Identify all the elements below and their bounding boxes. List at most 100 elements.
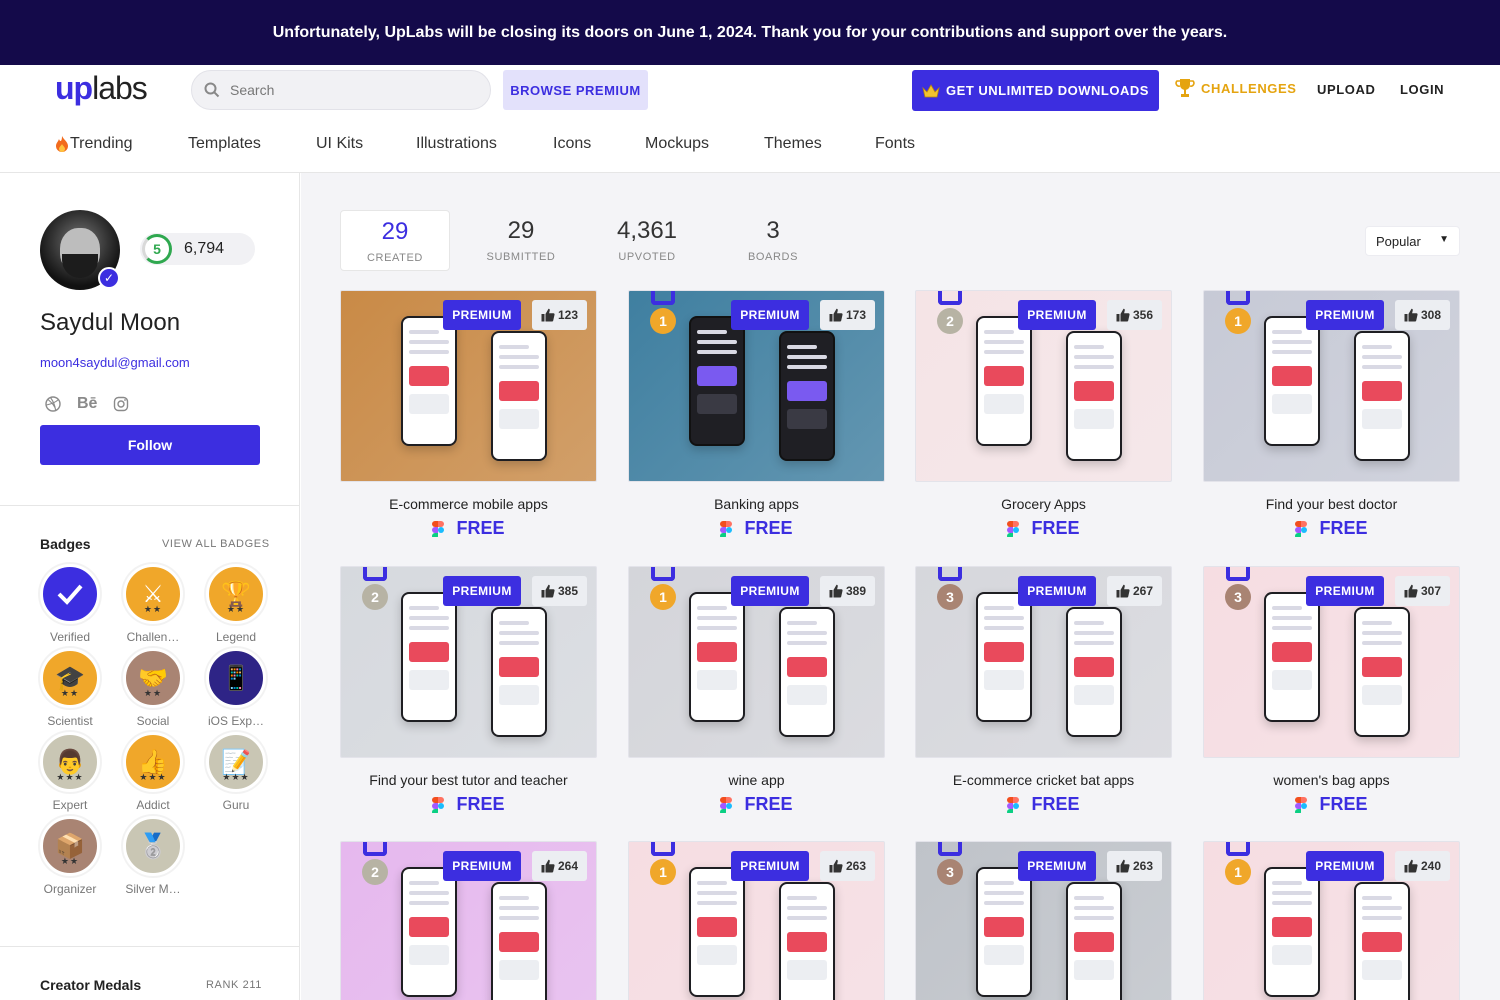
thumbs-up-icon — [829, 584, 843, 598]
upvote-button[interactable]: 263 — [820, 851, 875, 881]
upvote-button[interactable]: 267 — [1107, 576, 1162, 606]
shot-thumbnail[interactable]: 1 PREMIUM 389 — [628, 566, 885, 758]
profile-email-link[interactable]: moon4saydul@gmail.com — [40, 355, 190, 370]
category-fonts[interactable]: Fonts — [875, 135, 915, 153]
shot-thumbnail[interactable]: PREMIUM 123 — [340, 290, 597, 482]
mockup-text-line — [1362, 641, 1402, 645]
badge-label: Addict — [136, 798, 170, 812]
shot-title[interactable]: Grocery Apps — [915, 496, 1172, 512]
shot-card[interactable]: 1 PREMIUM 308 Find your best doctor FREE — [1203, 290, 1460, 539]
shot-card[interactable]: 1 PREMIUM 389 wine app FREE — [628, 566, 885, 815]
stat-boards-tab[interactable]: 3 BOARDS — [718, 210, 828, 270]
avatar[interactable]: ✓ — [40, 210, 120, 290]
upvote-button[interactable]: 173 — [820, 300, 875, 330]
category-illustrations[interactable]: Illustrations — [416, 135, 497, 153]
figma-icon — [432, 520, 445, 537]
premium-badge: PREMIUM — [1018, 851, 1096, 881]
dribbble-icon[interactable] — [45, 396, 61, 412]
badge-challenger[interactable]: ⚔ ★★ Challen… — [123, 564, 183, 644]
badge-expert[interactable]: 👨 ★★★ Expert — [40, 732, 100, 812]
mockup-text-line — [787, 631, 827, 635]
nav-challenges[interactable]: CHALLENGES — [1175, 77, 1297, 99]
shot-card[interactable]: 1 PREMIUM 263 — [628, 841, 885, 1000]
upvote-button[interactable]: 389 — [820, 576, 875, 606]
upvote-button[interactable]: 356 — [1107, 300, 1162, 330]
search-box[interactable] — [191, 70, 491, 110]
search-input[interactable] — [230, 82, 470, 98]
uplabs-logo[interactable]: up labs — [55, 70, 148, 107]
shot-thumbnail[interactable]: 1 PREMIUM 263 — [628, 841, 885, 1000]
instagram-icon[interactable] — [113, 396, 129, 412]
badge-guru[interactable]: 📝 ★★★ Guru — [206, 732, 266, 812]
upvote-button[interactable]: 123 — [532, 300, 587, 330]
browse-premium-button[interactable]: BROWSE PREMIUM — [503, 70, 648, 110]
view-all-badges-link[interactable]: VIEW ALL BADGES — [162, 538, 270, 550]
behance-icon[interactable]: Bē — [77, 395, 97, 413]
category-templates[interactable]: Templates — [188, 135, 261, 153]
shot-thumbnail[interactable]: 2 PREMIUM 356 — [915, 290, 1172, 482]
logo-labs-text: labs — [92, 70, 148, 106]
shot-thumbnail[interactable]: 3 PREMIUM 263 — [915, 841, 1172, 1000]
shot-title[interactable]: E-commerce mobile apps — [340, 496, 597, 512]
shot-card[interactable]: 1 PREMIUM 173 Banking apps FREE — [628, 290, 885, 539]
shot-card[interactable]: 1 PREMIUM 240 — [1203, 841, 1460, 1000]
shot-card[interactable]: 2 PREMIUM 356 Grocery Apps FREE — [915, 290, 1172, 539]
shot-card[interactable]: PREMIUM 123 E-commerce mobile apps FREE — [340, 290, 597, 539]
badge-organizer[interactable]: 📦 ★★ Organizer — [40, 816, 100, 896]
shot-card[interactable]: 3 PREMIUM 267 E-commerce cricket bat apps FR… — [915, 566, 1172, 815]
mockup-image-block — [1272, 642, 1312, 662]
upvote-button[interactable]: 307 — [1395, 576, 1450, 606]
shot-thumbnail[interactable]: 1 PREMIUM 173 — [628, 290, 885, 482]
stat-created-tab[interactable]: 29 CREATED — [340, 210, 450, 271]
medal-ribbon — [1226, 567, 1250, 581]
shot-card[interactable]: 3 PREMIUM 263 — [915, 841, 1172, 1000]
get-unlimited-label: GET UNLIMITED DOWNLOADS — [946, 83, 1149, 98]
figma-icon — [1295, 520, 1308, 537]
shot-thumbnail[interactable]: 3 PREMIUM 307 — [1203, 566, 1460, 758]
get-unlimited-downloads-button[interactable]: GET UNLIMITED DOWNLOADS — [912, 70, 1159, 111]
category-ui-kits[interactable]: UI Kits — [316, 135, 363, 153]
phone-mockup — [1066, 331, 1122, 461]
shot-title[interactable]: women's bag apps — [1203, 772, 1460, 788]
badge-verified[interactable]: Verified — [40, 564, 100, 644]
shot-title[interactable]: Find your best doctor — [1203, 496, 1460, 512]
profile-sidebar: ✓ 5 6,794 Saydul Moon moon4saydul@gmail.… — [0, 173, 300, 1000]
badge-legend[interactable]: 🏆 ★★ Legend — [206, 564, 266, 644]
medal-ribbon — [938, 291, 962, 305]
category-trending[interactable]: Trending — [54, 135, 133, 153]
shot-title[interactable]: Banking apps — [628, 496, 885, 512]
badge-social[interactable]: 🤝 ★★ Social — [123, 648, 183, 728]
upvote-button[interactable]: 264 — [532, 851, 587, 881]
shot-card[interactable]: 3 PREMIUM 307 women's bag apps FREE — [1203, 566, 1460, 815]
shot-thumbnail[interactable]: 1 PREMIUM 240 — [1203, 841, 1460, 1000]
stat-upvoted-tab[interactable]: 4,361 UPVOTED — [592, 210, 702, 270]
stat-submitted-tab[interactable]: 29 SUBMITTED — [466, 210, 576, 270]
badge-ios-expert[interactable]: 📱 iOS Exp… — [206, 648, 266, 728]
sort-select[interactable]: Popular ▼ — [1365, 226, 1460, 256]
shot-title[interactable]: wine app — [628, 772, 885, 788]
category-mockups[interactable]: Mockups — [645, 135, 709, 153]
shot-card[interactable]: 2 PREMIUM 264 — [340, 841, 597, 1000]
upvote-button[interactable]: 385 — [532, 576, 587, 606]
badge-silver-medal[interactable]: 🥈 Silver M… — [123, 816, 183, 896]
shot-thumbnail[interactable]: 1 PREMIUM 308 — [1203, 290, 1460, 482]
shot-thumbnail[interactable]: 3 PREMIUM 267 — [915, 566, 1172, 758]
category-themes[interactable]: Themes — [764, 135, 822, 153]
badges-title: Badges — [40, 536, 91, 552]
shot-title[interactable]: Find your best tutor and teacher — [340, 772, 597, 788]
shot-title[interactable]: E-commerce cricket bat apps — [915, 772, 1172, 788]
rank-medal-icon: 1 — [649, 842, 677, 886]
shot-card[interactable]: 2 PREMIUM 385 Find your best tutor and teac… — [340, 566, 597, 815]
follow-button[interactable]: Follow — [40, 425, 260, 465]
upvote-button[interactable]: 308 — [1395, 300, 1450, 330]
shot-thumbnail[interactable]: 2 PREMIUM 385 — [340, 566, 597, 758]
upvote-button[interactable]: 240 — [1395, 851, 1450, 881]
mockup-image-block — [409, 366, 449, 386]
nav-upload[interactable]: UPLOAD — [1317, 82, 1376, 97]
nav-login[interactable]: LOGIN — [1400, 82, 1444, 97]
category-icons[interactable]: Icons — [553, 135, 591, 153]
badge-addict[interactable]: 👍 ★★★ Addict — [123, 732, 183, 812]
shot-thumbnail[interactable]: 2 PREMIUM 264 — [340, 841, 597, 1000]
upvote-button[interactable]: 263 — [1107, 851, 1162, 881]
badge-scientist[interactable]: 🎓 ★★ Scientist — [40, 648, 100, 728]
